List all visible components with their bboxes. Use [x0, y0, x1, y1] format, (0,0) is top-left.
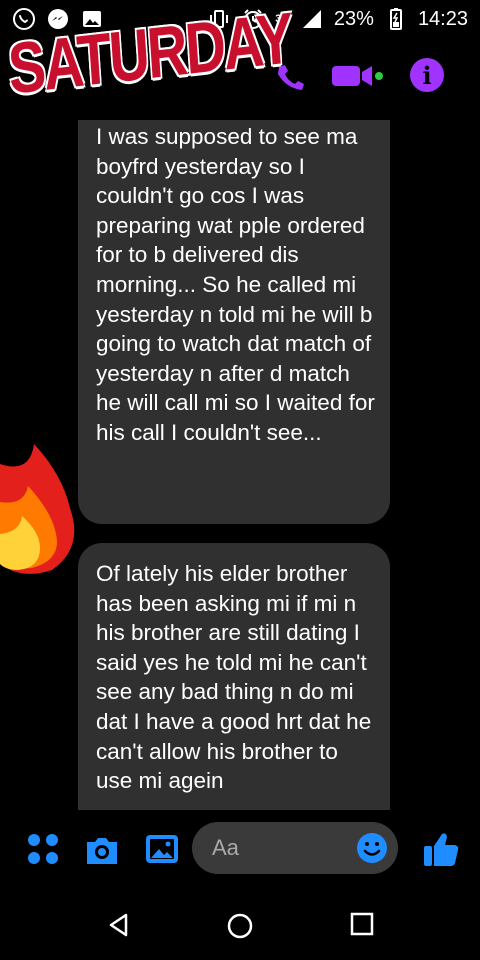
battery-icon — [389, 8, 402, 30]
message-list[interactable]: I was supposed to see ma boyfrd yesterda… — [0, 120, 480, 810]
info-icon: i — [422, 60, 432, 90]
clock: 14:23 — [417, 7, 468, 30]
camera-icon[interactable] — [84, 834, 120, 866]
message-bubble[interactable]: Of lately his elder brother has been ask… — [78, 543, 390, 810]
message-bubble[interactable]: I was supposed to see ma boyfrd yesterda… — [78, 120, 390, 524]
thumbs-up-icon[interactable] — [422, 830, 460, 868]
gallery-icon[interactable] — [144, 832, 180, 866]
fire-icon — [0, 444, 75, 574]
emoji-icon[interactable] — [356, 832, 388, 864]
info-button[interactable]: i — [410, 58, 444, 92]
recents-icon[interactable] — [350, 912, 374, 936]
signal-icon — [302, 10, 321, 28]
four-dots-icon[interactable] — [26, 832, 60, 866]
video-camera-icon[interactable] — [330, 60, 384, 92]
message-composer — [0, 810, 480, 890]
home-icon[interactable] — [226, 912, 254, 940]
battery-percent: 23% — [333, 7, 374, 30]
system-nav-bar — [0, 890, 480, 960]
back-icon[interactable] — [106, 912, 132, 938]
conversation-header: SATURDAY i — [0, 0, 480, 120]
